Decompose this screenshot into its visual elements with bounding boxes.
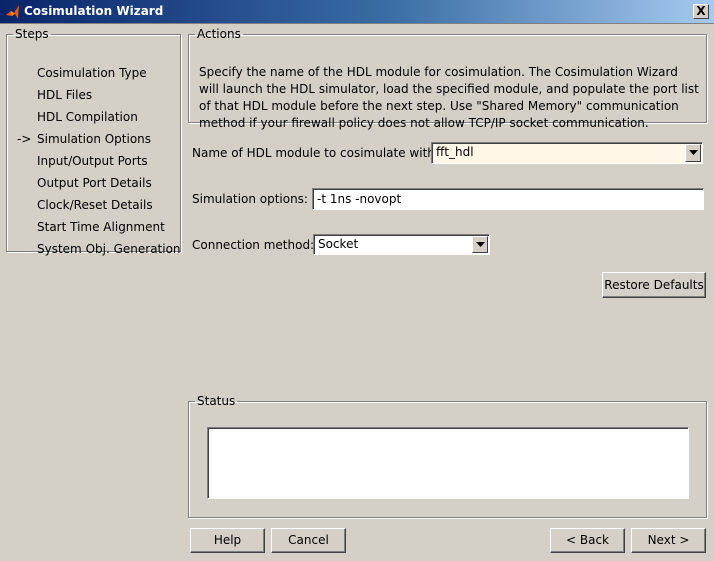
restore-defaults-button[interactable]: Restore Defaults xyxy=(602,272,706,298)
step-item[interactable]: Input/Output Ports xyxy=(7,152,179,170)
step-item[interactable]: Cosimulation Type xyxy=(7,64,179,82)
help-button[interactable]: Help xyxy=(190,528,265,553)
close-button[interactable]: X xyxy=(693,4,709,19)
window-title: Cosimulation Wizard xyxy=(24,4,164,18)
steps-panel: Steps Cosimulation Type HDL Files HDL Comp… xyxy=(6,27,181,256)
chevron-down-icon xyxy=(689,150,698,155)
step-item[interactable]: HDL Compilation xyxy=(7,108,179,126)
step-label: Input/Output Ports xyxy=(37,154,148,168)
step-label: System Obj. Generation xyxy=(37,242,181,256)
sim-options-label: Simulation options: xyxy=(192,192,308,206)
connection-method-value[interactable]: Socket xyxy=(318,237,358,251)
sim-options-value[interactable]: -t 1ns -novopt xyxy=(317,192,401,206)
cancel-button[interactable]: Cancel xyxy=(271,528,346,553)
module-name-label: Name of HDL module to cosimulate with: xyxy=(192,146,439,160)
connection-dropdown-button[interactable] xyxy=(472,236,488,253)
actions-legend: Actions xyxy=(197,27,241,41)
status-legend: Status xyxy=(197,394,236,408)
connection-method-select[interactable]: Socket xyxy=(313,234,490,255)
step-label: Start Time Alignment xyxy=(37,220,165,234)
connection-method-label: Connection method: xyxy=(192,238,315,252)
step-label: Simulation Options xyxy=(37,132,152,146)
step-label: HDL Files xyxy=(37,88,93,102)
step-item[interactable]: Clock/Reset Details xyxy=(7,196,179,214)
module-name-combobox[interactable]: fft_hdl xyxy=(431,142,703,164)
module-dropdown-button[interactable] xyxy=(685,144,701,162)
step-item[interactable]: -> Simulation Options xyxy=(7,130,179,148)
steps-legend: Steps xyxy=(15,27,49,41)
step-item[interactable]: Start Time Alignment xyxy=(7,218,179,236)
step-item[interactable]: System Obj. Generation xyxy=(7,240,181,258)
status-textbox[interactable] xyxy=(207,427,689,499)
sim-options-input[interactable]: -t 1ns -novopt xyxy=(312,188,704,210)
step-item[interactable]: HDL Files xyxy=(7,86,179,104)
module-name-value[interactable]: fft_hdl xyxy=(436,145,474,159)
title-bar: Cosimulation Wizard X xyxy=(0,0,714,24)
actions-panel: Actions Specify the name of the HDL modu… xyxy=(188,27,707,130)
step-item[interactable]: Output Port Details xyxy=(7,174,179,192)
matlab-logo-icon xyxy=(6,5,19,19)
chevron-down-icon xyxy=(476,242,485,247)
step-label: HDL Compilation xyxy=(37,110,138,124)
step-label: Output Port Details xyxy=(37,176,152,190)
actions-description: Specify the name of the HDL module for c… xyxy=(199,65,699,130)
close-icon: X xyxy=(696,4,706,18)
step-label: Cosimulation Type xyxy=(37,66,147,80)
next-button[interactable]: Next > xyxy=(631,528,706,553)
current-step-arrow: -> xyxy=(17,132,32,146)
back-button[interactable]: < Back xyxy=(550,528,625,553)
step-label: Clock/Reset Details xyxy=(37,198,153,212)
